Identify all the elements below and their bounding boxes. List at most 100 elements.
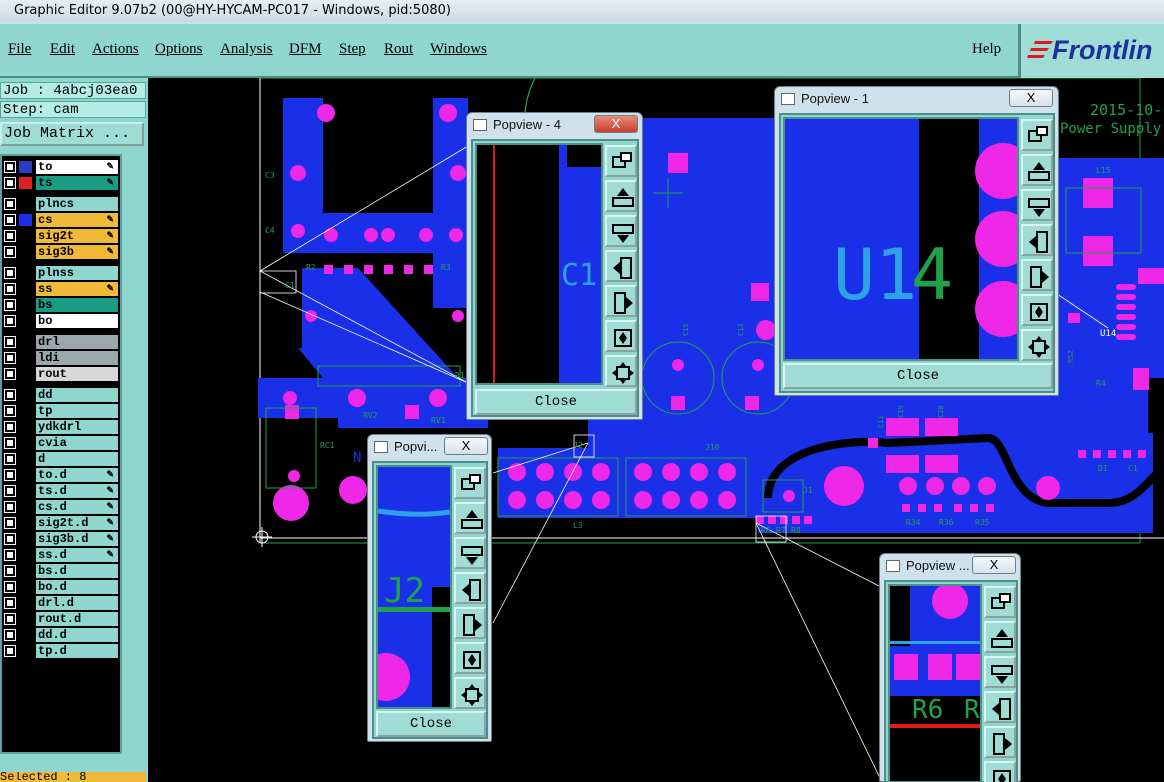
layer-name[interactable]: ss ✎ bbox=[36, 282, 118, 296]
zoom-in-button[interactable] bbox=[984, 761, 1016, 782]
layer-name[interactable]: ts.d ✎ bbox=[36, 484, 118, 498]
popview-r6-close-icon[interactable]: X bbox=[972, 556, 1016, 574]
layer-name[interactable]: dd.d bbox=[36, 628, 118, 642]
pan-up-button[interactable] bbox=[984, 621, 1016, 653]
pan-left-button[interactable] bbox=[1021, 224, 1053, 256]
layer-row[interactable]: sig3b ✎ bbox=[2, 245, 120, 259]
popview-1-close-button[interactable]: Close bbox=[783, 363, 1053, 389]
popview-4-close-button[interactable]: Close bbox=[475, 389, 637, 415]
popview-r6-viewport[interactable]: R6 R bbox=[888, 584, 982, 782]
pan-right-button[interactable] bbox=[605, 285, 637, 317]
popview-j2-viewport[interactable]: J2 bbox=[376, 465, 452, 709]
layer-checkbox[interactable] bbox=[4, 645, 16, 657]
layer-row[interactable]: bo bbox=[2, 314, 120, 328]
layer-row[interactable]: to ✎ bbox=[2, 160, 120, 174]
layer-checkbox[interactable] bbox=[4, 214, 16, 226]
layer-color-swatch[interactable] bbox=[19, 214, 32, 226]
layer-row[interactable]: rout bbox=[2, 367, 120, 381]
layer-checkbox[interactable] bbox=[4, 565, 16, 577]
layer-checkbox[interactable] bbox=[4, 581, 16, 593]
menu-actions[interactable]: Actions bbox=[92, 41, 139, 58]
layer-checkbox[interactable] bbox=[4, 501, 16, 513]
layer-row[interactable]: plnss bbox=[2, 266, 120, 280]
zoom-window-button[interactable] bbox=[1021, 119, 1053, 151]
layer-row[interactable]: drl bbox=[2, 335, 120, 349]
layer-checkbox[interactable] bbox=[4, 549, 16, 561]
layer-name[interactable]: rout bbox=[36, 367, 118, 381]
layer-name[interactable]: tp.d bbox=[36, 644, 118, 658]
layer-name[interactable]: cvia bbox=[36, 436, 118, 450]
layer-row[interactable]: ts.d ✎ bbox=[2, 484, 120, 498]
layer-checkbox[interactable] bbox=[4, 421, 16, 433]
pan-left-button[interactable] bbox=[605, 250, 637, 282]
layer-name[interactable]: bo.d bbox=[36, 580, 118, 594]
menu-windows[interactable]: Windows bbox=[430, 41, 487, 58]
layer-row[interactable]: drl.d bbox=[2, 596, 120, 610]
layer-row[interactable]: cs.d ✎ bbox=[2, 500, 120, 514]
layer-row[interactable]: cs ✎ bbox=[2, 213, 120, 227]
layer-row[interactable]: ts ✎ bbox=[2, 176, 120, 190]
layer-checkbox[interactable] bbox=[4, 161, 16, 173]
layer-name[interactable]: sig2t ✎ bbox=[36, 229, 118, 243]
zoom-window-button[interactable] bbox=[605, 145, 637, 177]
layer-name[interactable]: ss.d ✎ bbox=[36, 548, 118, 562]
layer-name[interactable]: cs.d ✎ bbox=[36, 500, 118, 514]
pan-right-button[interactable] bbox=[984, 726, 1016, 758]
layer-name[interactable]: cs ✎ bbox=[36, 213, 118, 227]
popview-4-window[interactable]: Popview - 4 X C1 Close bbox=[466, 112, 643, 420]
layer-checkbox[interactable] bbox=[4, 283, 16, 295]
menu-options[interactable]: Options bbox=[155, 41, 203, 58]
layer-checkbox[interactable] bbox=[4, 469, 16, 481]
layer-checkbox[interactable] bbox=[4, 437, 16, 449]
layer-checkbox[interactable] bbox=[4, 352, 16, 364]
layer-row[interactable]: sig3b.d ✎ bbox=[2, 532, 120, 546]
layer-checkbox[interactable] bbox=[4, 299, 16, 311]
pan-right-button[interactable] bbox=[1021, 259, 1053, 291]
menu-help[interactable]: Help bbox=[972, 41, 1001, 58]
layer-row[interactable]: ss.d ✎ bbox=[2, 548, 120, 562]
layer-checkbox[interactable] bbox=[4, 230, 16, 242]
layer-name[interactable]: plnss bbox=[36, 266, 118, 280]
layer-name[interactable]: sig3b.d ✎ bbox=[36, 532, 118, 546]
layer-checkbox[interactable] bbox=[4, 267, 16, 279]
popview-1-close-icon[interactable]: X bbox=[1009, 89, 1053, 107]
layer-name[interactable]: to.d ✎ bbox=[36, 468, 118, 482]
layer-checkbox[interactable] bbox=[4, 517, 16, 529]
pan-left-button[interactable] bbox=[454, 572, 486, 604]
layer-checkbox[interactable] bbox=[4, 405, 16, 417]
layer-checkbox[interactable] bbox=[4, 485, 16, 497]
layer-name[interactable]: ldi bbox=[36, 351, 118, 365]
layer-checkbox[interactable] bbox=[4, 336, 16, 348]
menu-step[interactable]: Step bbox=[339, 41, 366, 58]
popview-r6-window[interactable]: Popview ... X R6 R bbox=[879, 553, 1021, 782]
layer-row[interactable]: dd.d bbox=[2, 628, 120, 642]
popview-j2-window[interactable]: Popvi... X J2 Close bbox=[367, 434, 492, 742]
layer-row[interactable]: tp.d bbox=[2, 644, 120, 658]
layer-name[interactable]: bs.d bbox=[36, 564, 118, 578]
layer-name[interactable]: drl.d bbox=[36, 596, 118, 610]
layer-name[interactable]: tp bbox=[36, 404, 118, 418]
pan-right-button[interactable] bbox=[454, 607, 486, 639]
layer-name[interactable]: bs bbox=[36, 298, 118, 312]
zoom-out-button[interactable] bbox=[1021, 329, 1053, 361]
pan-down-button[interactable] bbox=[1021, 189, 1053, 221]
layer-row[interactable]: d bbox=[2, 452, 120, 466]
job-matrix-button[interactable]: Job Matrix ... bbox=[0, 122, 144, 146]
menu-edit[interactable]: Edit bbox=[50, 41, 75, 58]
layer-row[interactable]: plncs bbox=[2, 197, 120, 211]
zoom-window-button[interactable] bbox=[454, 467, 486, 499]
layer-row[interactable]: to.d ✎ bbox=[2, 468, 120, 482]
menu-dfm[interactable]: DFM bbox=[289, 41, 322, 58]
layer-row[interactable]: bs.d bbox=[2, 564, 120, 578]
layer-name[interactable]: dd bbox=[36, 388, 118, 402]
popview-4-viewport[interactable]: C1 bbox=[475, 143, 603, 385]
layer-row[interactable]: ss ✎ bbox=[2, 282, 120, 296]
layer-row[interactable]: sig2t ✎ bbox=[2, 229, 120, 243]
layer-row[interactable]: bs bbox=[2, 298, 120, 312]
layer-color-swatch[interactable] bbox=[19, 161, 32, 173]
layer-checkbox[interactable] bbox=[4, 315, 16, 327]
layer-row[interactable]: ldi bbox=[2, 351, 120, 365]
pan-up-button[interactable] bbox=[605, 180, 637, 212]
layer-checkbox[interactable] bbox=[4, 389, 16, 401]
popview-4-close-icon[interactable]: X bbox=[594, 115, 638, 133]
